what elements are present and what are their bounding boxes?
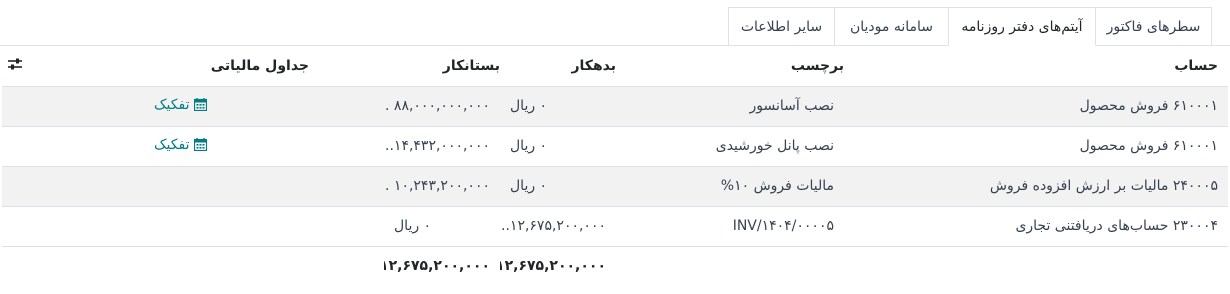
- tab-other-info[interactable]: سایر اطلاعات: [728, 7, 835, 46]
- column-header-tax-grids[interactable]: جداول مالیاتی: [32, 46, 384, 87]
- sliders-icon[interactable]: [8, 58, 22, 70]
- label-cell[interactable]: مالیات فروش ۱۰%: [616, 166, 844, 207]
- totals-spacer: [844, 246, 1228, 286]
- account-cell[interactable]: ۶۱۰۰۰۱ فروش محصول: [844, 126, 1228, 167]
- tax-grids-cell: تفکیک: [32, 86, 384, 127]
- totals-spacer: [616, 246, 844, 286]
- credit-cell[interactable]: ۰ ریال: [384, 206, 500, 247]
- credit-cell[interactable]: ۱۴,۴۳۲,۰۰۰,۰۰۰...: [384, 126, 500, 167]
- column-header-credit[interactable]: بستانکار: [384, 46, 500, 87]
- column-header-account[interactable]: حساب: [844, 46, 1228, 87]
- column-header-debit[interactable]: بدهکار: [500, 46, 616, 87]
- table-row[interactable]: ۲۴۰۰۰۵ مالیات بر ارزش افزوده فروش مالیات…: [2, 166, 1228, 207]
- label-cell[interactable]: INV/۱۴۰۴/۰۰۰۰۵: [616, 206, 844, 247]
- split-link[interactable]: تفکیک: [154, 136, 208, 153]
- tab-invoice-lines[interactable]: سطرهای فاکتور: [1095, 7, 1212, 46]
- debit-cell[interactable]: ۰ ریال: [500, 126, 616, 167]
- notebook-tabs: سایر اطلاعات سامانه مودیان آیتم‌های دفتر…: [0, 7, 1230, 46]
- account-cell[interactable]: ۲۳۰۰۰۴ حساب‌های دریافتنی تجاری: [844, 206, 1228, 247]
- table-row[interactable]: ۲۳۰۰۰۴ حساب‌های دریافتنی تجاری INV/۱۴۰۴/…: [2, 206, 1228, 247]
- table-row[interactable]: ۶۱۰۰۰۱ فروش محصول نصب آسانسور ۰ ریال ۸۸,…: [2, 86, 1228, 127]
- split-link[interactable]: تفکیک: [154, 96, 208, 113]
- total-credit: ۱۲,۶۷۵,۲۰۰,۰۰۰...: [384, 258, 490, 275]
- label-cell[interactable]: نصب آسانسور: [616, 86, 844, 127]
- totals-spacer: [2, 246, 32, 286]
- column-header-label[interactable]: برچسب: [616, 46, 844, 87]
- debit-cell[interactable]: ۱۲,۶۷۵,۲۰۰,۰۰۰...: [500, 206, 616, 247]
- tax-grids-cell[interactable]: [32, 166, 384, 207]
- tab-journal-items[interactable]: آیتم‌های دفتر روزنامه: [948, 7, 1096, 46]
- optional-columns-toggle[interactable]: [2, 46, 32, 87]
- totals-spacer: [32, 246, 384, 286]
- tax-grids-cell: تفکیک: [32, 126, 384, 167]
- label-cell[interactable]: نصب پانل خورشیدی: [616, 126, 844, 167]
- split-link-label: تفکیک: [154, 96, 190, 113]
- row-spacer: [2, 206, 32, 247]
- row-spacer: [2, 126, 32, 167]
- row-spacer: [2, 86, 32, 127]
- credit-cell[interactable]: ۱۰,۲۴۳,۲۰۰,۰۰۰ ...: [384, 166, 500, 207]
- total-debit: ۱۲,۶۷۵,۲۰۰,۰۰۰...: [500, 258, 606, 275]
- calendar-icon: [194, 138, 208, 152]
- account-cell[interactable]: ۶۱۰۰۰۱ فروش محصول: [844, 86, 1228, 127]
- journal-items-table: حساب برچسب بدهکار بستانکار جداول مالیاتی…: [2, 46, 1228, 286]
- table-header-row: حساب برچسب بدهکار بستانکار جداول مالیاتی: [2, 46, 1228, 87]
- row-spacer: [2, 166, 32, 207]
- table-row[interactable]: ۶۱۰۰۰۱ فروش محصول نصب پانل خورشیدی ۰ ریا…: [2, 126, 1228, 167]
- calendar-icon: [194, 98, 208, 112]
- tab-taxpayer-system[interactable]: سامانه مودیان: [834, 7, 949, 46]
- split-link-label: تفکیک: [154, 136, 190, 153]
- debit-cell[interactable]: ۰ ریال: [500, 86, 616, 127]
- totals-row: ۱۲,۶۷۵,۲۰۰,۰۰۰... ۱۲,۶۷۵,۲۰۰,۰۰۰...: [2, 246, 1228, 286]
- account-cell[interactable]: ۲۴۰۰۰۵ مالیات بر ارزش افزوده فروش: [844, 166, 1228, 207]
- debit-cell[interactable]: ۰ ریال: [500, 166, 616, 207]
- tax-grids-cell[interactable]: [32, 206, 384, 247]
- credit-cell[interactable]: ۸۸,۰۰۰,۰۰۰,۰۰۰ ...: [384, 86, 500, 127]
